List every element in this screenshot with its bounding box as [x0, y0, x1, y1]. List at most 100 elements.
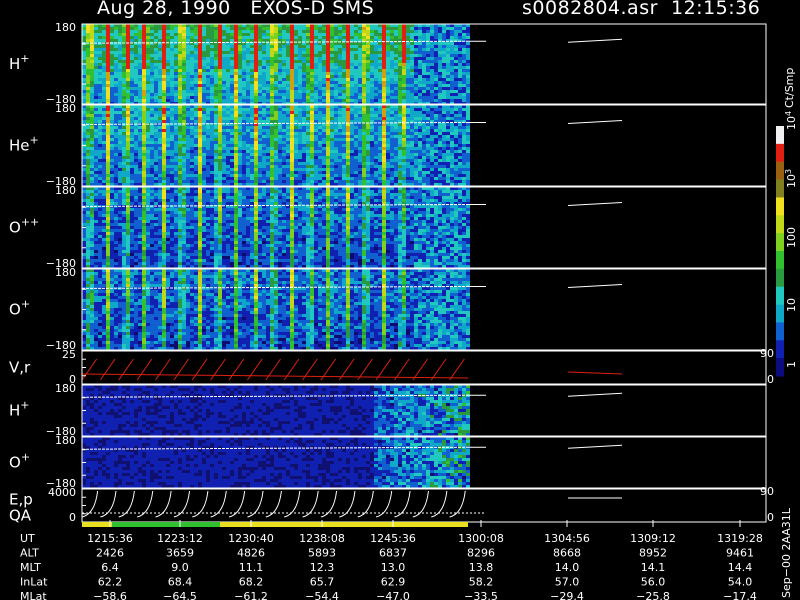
- spectro-cell: [190, 114, 194, 117]
- spectro-cell: [402, 42, 406, 45]
- spectro-cell: [214, 129, 218, 132]
- spectro-cell: [262, 69, 266, 72]
- spectro-cell: [122, 168, 126, 171]
- spectro-cell: [246, 147, 250, 150]
- spectro-cell: [446, 99, 450, 102]
- spectro-cell: [402, 87, 406, 90]
- spectro-cell: [334, 147, 338, 150]
- spectro-cell: [246, 132, 250, 135]
- spectro-cell: [318, 48, 322, 51]
- spectro-cell: [266, 141, 270, 144]
- spectro-cell: [150, 48, 154, 51]
- spectro-cell: [398, 162, 402, 165]
- spectro-cell: [174, 171, 178, 174]
- spectro-cell: [194, 27, 198, 30]
- spectro-cell: [218, 33, 222, 36]
- spectro-cell: [86, 78, 90, 81]
- spectro-cell: [146, 33, 150, 36]
- spectro-cell: [254, 144, 258, 147]
- spectro-cell: [142, 138, 146, 141]
- spectro-cell: [410, 60, 414, 63]
- spectro-cell: [334, 96, 338, 99]
- spectro-cell: [346, 81, 350, 84]
- spectro-cell: [190, 141, 194, 144]
- spectro-cell: [394, 81, 398, 84]
- spectro-cell: [410, 126, 414, 129]
- spectro-cell: [146, 162, 150, 165]
- spectro-cell: [206, 48, 210, 51]
- spectro-cell: [258, 141, 262, 144]
- spectro-cell: [354, 87, 358, 90]
- spectro-cell: [386, 117, 390, 120]
- spectro-cell: [202, 96, 206, 99]
- spectro-cell: [82, 120, 86, 123]
- spectro-cell: [314, 84, 318, 87]
- spectro-cell: [318, 66, 322, 69]
- spectro-cell: [314, 141, 318, 144]
- spectro-cell: [242, 90, 246, 93]
- spectro-cell: [242, 48, 246, 51]
- spectro-cell: [258, 126, 262, 129]
- spectro-cell: [362, 27, 366, 30]
- spectro-cell: [454, 45, 458, 48]
- spectro-cell: [390, 96, 394, 99]
- spectro-cell: [386, 165, 390, 168]
- spectro-cell: [278, 117, 282, 120]
- spectro-cell: [354, 147, 358, 150]
- spectro-cell: [306, 126, 310, 129]
- spectro-cell: [350, 81, 354, 84]
- spectro-cell: [158, 39, 162, 42]
- spectro-cell: [422, 159, 426, 162]
- spectro-cell: [314, 108, 318, 111]
- spectro-cell: [122, 156, 126, 159]
- spectro-cell: [154, 165, 158, 168]
- spectro-cell: [126, 156, 130, 159]
- spectro-cell: [170, 57, 174, 60]
- spectro-cell: [422, 174, 426, 177]
- spectro-cell: [102, 147, 106, 150]
- spectro-cell: [418, 72, 422, 75]
- spectro-cell: [438, 30, 442, 33]
- spectro-cell: [226, 99, 230, 102]
- spectro-cell: [274, 174, 278, 177]
- spectro-cell: [446, 54, 450, 57]
- spectro-cell: [258, 60, 262, 63]
- spectro-cell: [354, 135, 358, 138]
- spectro-cell: [302, 36, 306, 39]
- spectro-cell: [334, 48, 338, 51]
- spectro-cell: [282, 153, 286, 156]
- spectro-cell: [358, 84, 362, 87]
- spectro-cell: [254, 27, 258, 30]
- spectro-cell: [194, 84, 198, 87]
- spectro-cell: [138, 108, 142, 111]
- spectro-cell: [122, 171, 126, 174]
- spectro-cell: [142, 135, 146, 138]
- spectro-cell: [270, 120, 274, 123]
- spectro-cell: [218, 57, 222, 60]
- spectro-cell: [410, 180, 414, 183]
- spectro-cell: [170, 153, 174, 156]
- spectro-cell: [366, 129, 370, 132]
- spectro-cell: [202, 126, 206, 129]
- spectro-cell: [370, 84, 374, 87]
- spectro-cell: [222, 45, 226, 48]
- spectro-cell: [250, 60, 254, 63]
- spectro-cell: [150, 84, 154, 87]
- spectro-cell: [402, 123, 406, 126]
- spectro-cell: [114, 72, 118, 75]
- spectro-cell: [342, 141, 346, 144]
- spectro-cell: [390, 78, 394, 81]
- spectro-cell: [370, 150, 374, 153]
- spectro-cell: [198, 81, 202, 84]
- spectro-cell: [158, 180, 162, 183]
- spectro-cell: [350, 84, 354, 87]
- spectro-cell: [230, 75, 234, 78]
- spectro-cell: [230, 141, 234, 144]
- spectro-cell: [302, 108, 306, 111]
- spectro-cell: [98, 60, 102, 63]
- spectro-cell: [410, 36, 414, 39]
- spectro-cell: [370, 111, 374, 114]
- spectro-cell: [134, 129, 138, 132]
- spectro-cell: [190, 90, 194, 93]
- spectro-cell: [226, 87, 230, 90]
